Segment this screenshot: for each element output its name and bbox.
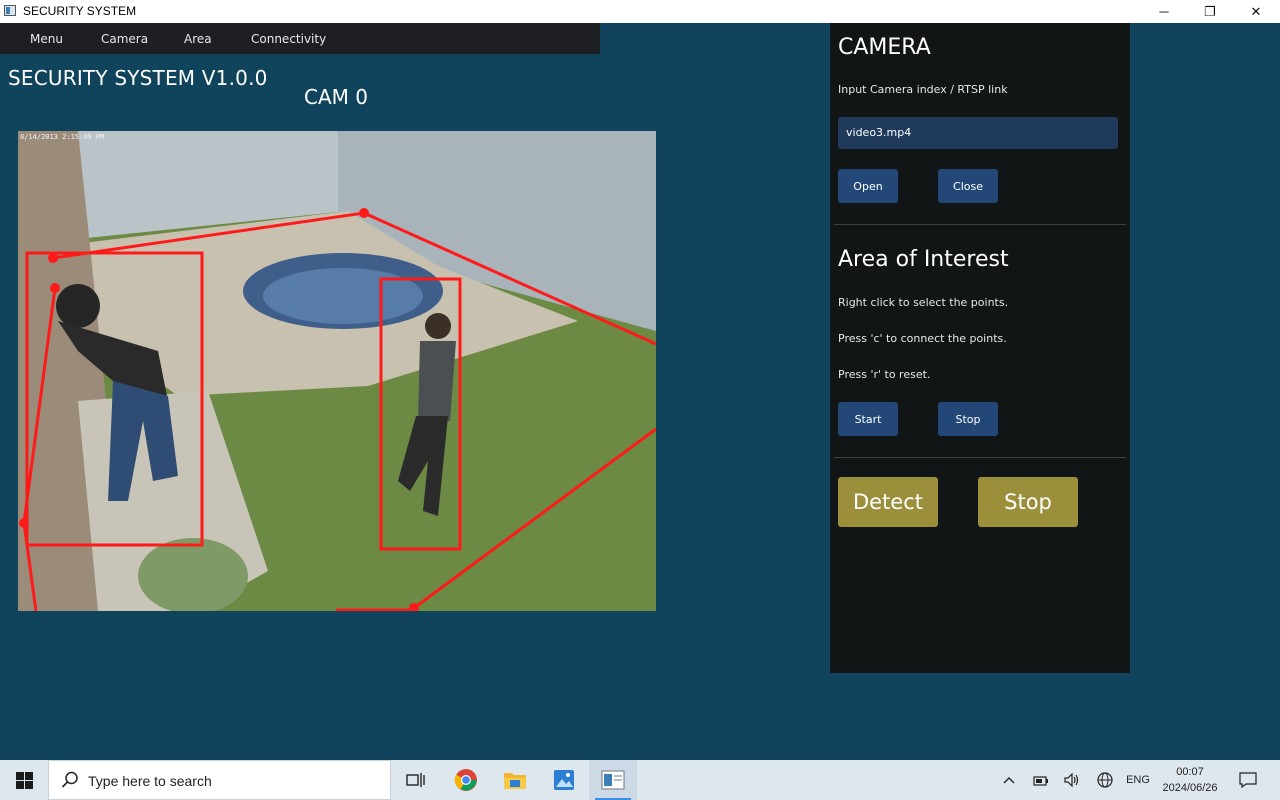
camera-source-input[interactable]: video3.mp4 <box>838 117 1118 149</box>
divider <box>834 457 1126 458</box>
close-window-button[interactable]: ✕ <box>1233 0 1279 23</box>
menu-item-menu[interactable]: Menu <box>30 32 63 46</box>
detect-button[interactable]: Detect <box>838 477 938 527</box>
language-indicator[interactable]: ENG <box>1122 760 1154 800</box>
search-placeholder: Type here to search <box>88 773 212 789</box>
clock-time: 00:07 <box>1176 766 1204 778</box>
menu-item-camera[interactable]: Camera <box>101 32 148 46</box>
instruction-text: Press 'r' to reset. <box>838 368 931 381</box>
stop-detect-button[interactable]: Stop <box>978 477 1078 527</box>
taskbar-search-box[interactable]: Type here to search <box>48 760 391 800</box>
window-title: SECURITY SYSTEM <box>23 4 137 18</box>
notifications-button[interactable] <box>1236 760 1260 800</box>
speaker-icon <box>1064 773 1079 787</box>
task-view-button[interactable] <box>392 760 440 800</box>
battery-icon <box>1033 776 1048 786</box>
menu-item-connectivity[interactable]: Connectivity <box>251 32 326 46</box>
camera-label: CAM 0 <box>304 85 368 109</box>
camera-video-feed[interactable]: 8/14/2013 2:15:49 PM <box>18 131 656 611</box>
window-title-bar: SECURITY SYSTEM ─ ❐ ✕ <box>0 0 1280 23</box>
security-app-button[interactable] <box>589 760 637 800</box>
taskbar: Type here to search ENG 00:07 2024/06/26 <box>0 760 1280 800</box>
instruction-text: Press 'c' to connect the points. <box>838 332 1007 345</box>
area-of-interest-heading: Area of Interest <box>838 247 1009 272</box>
taskbar-clock[interactable]: 00:07 2024/06/26 <box>1152 764 1228 796</box>
file-explorer-icon <box>504 773 526 789</box>
file-explorer-app-button[interactable] <box>491 760 539 800</box>
battery-tray-button[interactable] <box>1030 760 1052 800</box>
windows-logo-icon <box>15 771 33 789</box>
minimize-button[interactable]: ─ <box>1141 0 1187 23</box>
aoi-point <box>359 208 369 218</box>
app-title: SECURITY SYSTEM V1.0.0 <box>8 66 268 90</box>
menu-item-area[interactable]: Area <box>184 32 212 46</box>
start-area-button[interactable]: Start <box>838 402 898 436</box>
search-icon <box>61 771 78 788</box>
show-hidden-icons-button[interactable] <box>998 760 1020 800</box>
menu-bar: Menu Camera Area Connectivity <box>0 23 600 54</box>
open-camera-button[interactable]: Open <box>838 169 898 203</box>
camera-heading: CAMERA <box>838 35 931 60</box>
stop-area-button[interactable]: Stop <box>938 402 998 436</box>
person-2-body <box>418 341 456 421</box>
security-app-icon <box>601 770 625 790</box>
instruction-text: Right click to select the points. <box>838 296 1009 309</box>
chevron-up-icon <box>1003 777 1015 784</box>
notification-icon <box>1239 772 1257 788</box>
start-button[interactable] <box>0 760 48 800</box>
task-view-icon <box>406 773 425 787</box>
pool-water <box>263 268 423 324</box>
camera-prompt: Input Camera index / RTSP link <box>838 83 1008 96</box>
control-panel: CAMERA Input Camera index / RTSP link vi… <box>830 23 1130 673</box>
photos-app-button[interactable] <box>540 760 588 800</box>
chrome-icon <box>454 769 477 791</box>
restore-button[interactable]: ❐ <box>1187 0 1233 23</box>
divider <box>834 224 1126 225</box>
clock-date: 2024/06/26 <box>1162 782 1218 794</box>
chrome-app-button[interactable] <box>442 760 490 800</box>
aoi-point <box>50 283 60 293</box>
person-1-head <box>56 284 100 328</box>
network-tray-button[interactable] <box>1094 760 1116 800</box>
plant <box>138 538 248 611</box>
close-camera-button[interactable]: Close <box>938 169 998 203</box>
video-timestamp: 8/14/2013 2:15:49 PM <box>20 133 105 141</box>
video-frame <box>18 131 656 611</box>
person-2-head <box>425 313 451 339</box>
app-window-icon <box>4 5 16 16</box>
photos-icon <box>554 770 574 790</box>
volume-tray-button[interactable] <box>1061 760 1083 800</box>
globe-icon <box>1097 772 1113 788</box>
